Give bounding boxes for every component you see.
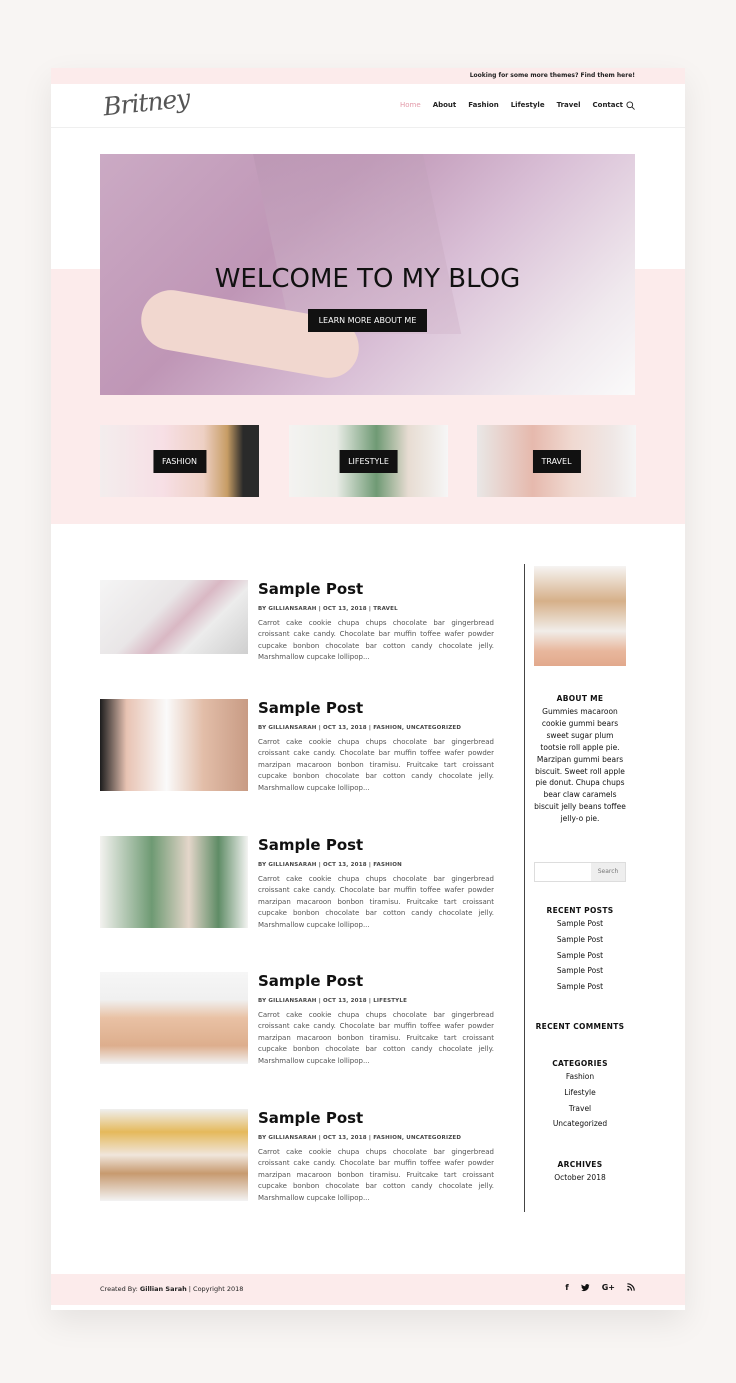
post-excerpt: Carrot cake cookie chupa chups chocolate…	[258, 1011, 494, 1065]
nav-fashion[interactable]: Fashion	[468, 101, 498, 109]
post-excerpt: Carrot cake cookie chupa chups chocolate…	[258, 875, 494, 929]
post-excerpt: Carrot cake cookie chupa chups chocolate…	[258, 738, 494, 792]
sidebar-divider	[524, 564, 525, 1212]
archive-link[interactable]: October 2018	[534, 1170, 626, 1186]
hero-title: WELCOME TO MY BLOG	[214, 264, 521, 294]
credit-author[interactable]: Gillian Sarah	[140, 1285, 187, 1293]
post-title[interactable]: Sample Post	[258, 580, 363, 598]
sidebar-search-input[interactable]: Search	[534, 862, 626, 882]
post-title[interactable]: Sample Post	[258, 836, 363, 854]
archives-widget: ARCHIVES October 2018	[534, 1160, 626, 1186]
category-link[interactable]: Lifestyle	[534, 1085, 626, 1101]
categories-widget: CATEGORIES Fashion Lifestyle Travel Unca…	[534, 1059, 626, 1132]
credit-suffix: | Copyright 2018	[186, 1285, 244, 1293]
post-title[interactable]: Sample Post	[258, 1109, 363, 1127]
search-button[interactable]: Search	[591, 863, 625, 881]
about-photo	[534, 566, 626, 666]
nav-travel[interactable]: Travel	[557, 101, 581, 109]
post-thumbnail[interactable]	[100, 1109, 248, 1201]
post-meta: BY GILLIANSARAH | OCT 13, 2018 | TRAVEL	[258, 606, 398, 612]
post-item: Sample Post BY GILLIANSARAH | OCT 13, 20…	[100, 580, 495, 680]
categories-title: CATEGORIES	[552, 1059, 608, 1068]
post-excerpt: Carrot cake cookie chupa chups chocolate…	[258, 619, 494, 662]
category-card-travel[interactable]: TRAVEL	[477, 425, 636, 497]
rss-icon[interactable]	[627, 1283, 635, 1291]
category-card-lifestyle[interactable]: LIFESTYLE	[289, 425, 448, 497]
post-thumbnail[interactable]	[100, 580, 248, 654]
post-meta: BY GILLIANSARAH | OCT 13, 2018 | LIFESTY…	[258, 998, 408, 1004]
site-logo[interactable]: Britney	[102, 84, 191, 122]
facebook-icon[interactable]: f	[565, 1283, 568, 1292]
about-widget: ABOUT ME Gummies macaroon cookie gummi b…	[534, 694, 626, 825]
top-bar: Looking for some more themes? Find them …	[51, 68, 685, 84]
post-meta: BY GILLIANSARAH | OCT 13, 2018 | FASHION…	[258, 725, 462, 731]
nav-home[interactable]: Home	[400, 101, 421, 109]
google-plus-icon[interactable]: G+	[602, 1283, 615, 1292]
post-item: Sample Post BY GILLIANSARAH | OCT 13, 20…	[100, 972, 495, 1072]
category-card-fashion[interactable]: FASHION	[100, 425, 259, 497]
post-meta: BY GILLIANSARAH | OCT 13, 2018 | FASHION	[258, 862, 402, 868]
promo-link[interactable]: Looking for some more themes? Find them …	[470, 72, 635, 79]
post-thumbnail[interactable]	[100, 972, 248, 1064]
credit-prefix: Created By:	[100, 1285, 140, 1293]
main-nav: Home About Fashion Lifestyle Travel Cont…	[400, 101, 623, 109]
post-title[interactable]: Sample Post	[258, 699, 363, 717]
post-excerpt: Carrot cake cookie chupa chups chocolate…	[258, 1148, 494, 1202]
recent-post-link[interactable]: Sample Post	[534, 963, 626, 979]
nav-contact[interactable]: Contact	[593, 101, 624, 109]
footer-credit: Created By: Gillian Sarah | Copyright 20…	[100, 1285, 243, 1293]
post-item: Sample Post BY GILLIANSARAH | OCT 13, 20…	[100, 836, 495, 936]
category-label[interactable]: LIFESTYLE	[339, 450, 398, 473]
post-item: Sample Post BY GILLIANSARAH | OCT 13, 20…	[100, 699, 495, 799]
about-title: ABOUT ME	[556, 694, 604, 703]
nav-lifestyle[interactable]: Lifestyle	[511, 101, 545, 109]
recent-post-link[interactable]: Sample Post	[534, 948, 626, 964]
recent-posts-title: RECENT POSTS	[546, 906, 614, 915]
category-link[interactable]: Fashion	[534, 1069, 626, 1085]
nav-about[interactable]: About	[433, 101, 457, 109]
post-thumbnail[interactable]	[100, 836, 248, 928]
archives-title: ARCHIVES	[557, 1160, 603, 1169]
header: Britney Home About Fashion Lifestyle Tra…	[51, 84, 685, 128]
recent-comments-title: RECENT COMMENTS	[535, 1022, 625, 1031]
post-item: Sample Post BY GILLIANSARAH | OCT 13, 20…	[100, 1109, 495, 1209]
page: Looking for some more themes? Find them …	[51, 68, 685, 1310]
recent-comments-widget: RECENT COMMENTS	[534, 1022, 626, 1031]
search-icon[interactable]	[626, 101, 635, 110]
post-meta: BY GILLIANSARAH | OCT 13, 2018 | FASHION…	[258, 1135, 462, 1141]
about-text: Gummies macaroon cookie gummi bears swee…	[534, 707, 626, 824]
post-thumbnail[interactable]	[100, 699, 248, 791]
hero-image	[248, 154, 462, 334]
recent-post-link[interactable]: Sample Post	[534, 979, 626, 995]
recent-posts-widget: RECENT POSTS Sample Post Sample Post Sam…	[534, 906, 626, 995]
post-title[interactable]: Sample Post	[258, 972, 363, 990]
twitter-icon[interactable]	[580, 1283, 590, 1292]
category-label[interactable]: FASHION	[152, 450, 207, 473]
social-links: f G+	[565, 1283, 635, 1292]
recent-post-link[interactable]: Sample Post	[534, 932, 626, 948]
category-label[interactable]: TRAVEL	[532, 450, 581, 473]
recent-post-link[interactable]: Sample Post	[534, 916, 626, 932]
footer: Created By: Gillian Sarah | Copyright 20…	[51, 1274, 685, 1305]
learn-more-button[interactable]: LEARN MORE ABOUT ME	[308, 309, 427, 332]
category-link[interactable]: Uncategorized	[534, 1116, 626, 1132]
category-link[interactable]: Travel	[534, 1101, 626, 1117]
hero-banner: WELCOME TO MY BLOG LEARN MORE ABOUT ME	[100, 154, 635, 395]
